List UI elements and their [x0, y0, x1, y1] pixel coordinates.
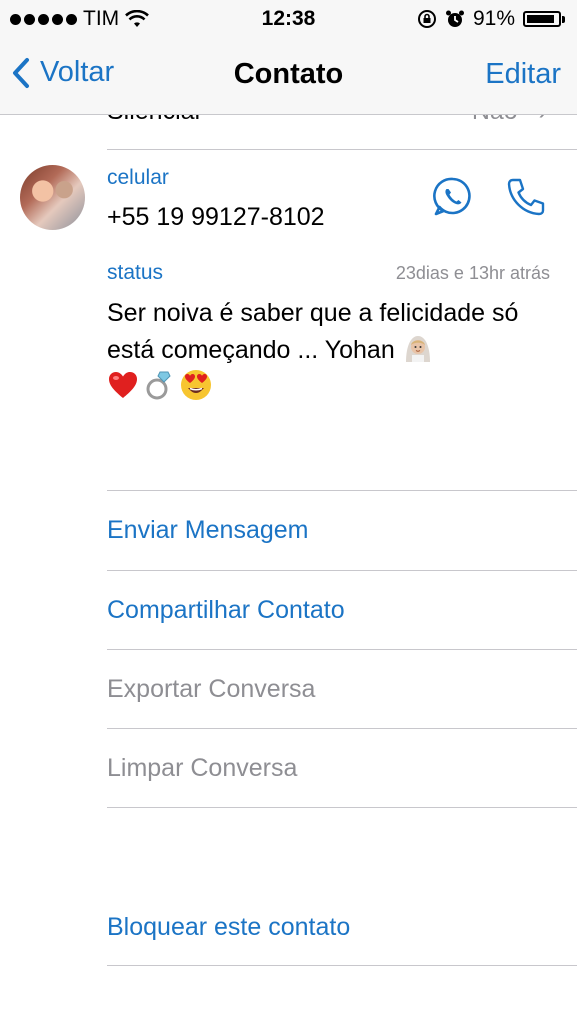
clear-chat-button[interactable]: Limpar Conversa — [107, 754, 297, 783]
status-date: 23dias e 13hr atrás — [395, 263, 550, 283]
alarm-icon — [445, 10, 464, 27]
block-contact-button[interactable]: Bloquear este contato — [107, 913, 350, 942]
divider — [107, 807, 577, 808]
phone-call-icon[interactable] — [505, 176, 547, 218]
edit-button[interactable]: Editar — [485, 58, 561, 91]
divider — [107, 490, 577, 491]
mute-row[interactable]: Silenciar Não › — [0, 115, 577, 149]
status-text: Ser noiva é saber que a felicidade só es… — [107, 299, 519, 364]
rotation-lock-icon — [417, 10, 436, 28]
divider — [107, 649, 577, 650]
mute-value: Não › — [472, 115, 547, 126]
bride-emoji — [405, 336, 430, 362]
status-bar-right: 91% — [417, 7, 565, 31]
status-bar: TIM 12:38 91% — [0, 0, 577, 38]
phone-number[interactable]: +55 19 99127-8102 — [107, 203, 325, 232]
heart-emoji — [109, 372, 137, 398]
export-chat-button[interactable]: Exportar Conversa — [107, 675, 315, 704]
divider — [107, 965, 577, 966]
divider — [107, 149, 577, 150]
divider — [107, 728, 577, 729]
phone-label: celular — [107, 166, 169, 189]
battery-fill — [527, 15, 555, 23]
share-contact-button[interactable]: Compartilhar Contato — [107, 596, 345, 625]
navigation-bar: Voltar Contato Editar — [0, 38, 577, 115]
mute-label: Silenciar — [107, 115, 203, 126]
ring-emoji — [146, 371, 171, 400]
status-label: status — [107, 261, 164, 284]
heart-eyes-emoji — [181, 370, 211, 400]
whatsapp-icon[interactable] — [432, 176, 474, 218]
battery-icon — [523, 11, 565, 27]
chevron-right-icon: › — [539, 115, 547, 125]
send-message-button[interactable]: Enviar Mensagem — [107, 516, 308, 545]
divider — [107, 570, 577, 571]
battery-percent: 91% — [472, 7, 515, 30]
avatar[interactable] — [20, 165, 85, 230]
status-emojis — [107, 368, 213, 402]
